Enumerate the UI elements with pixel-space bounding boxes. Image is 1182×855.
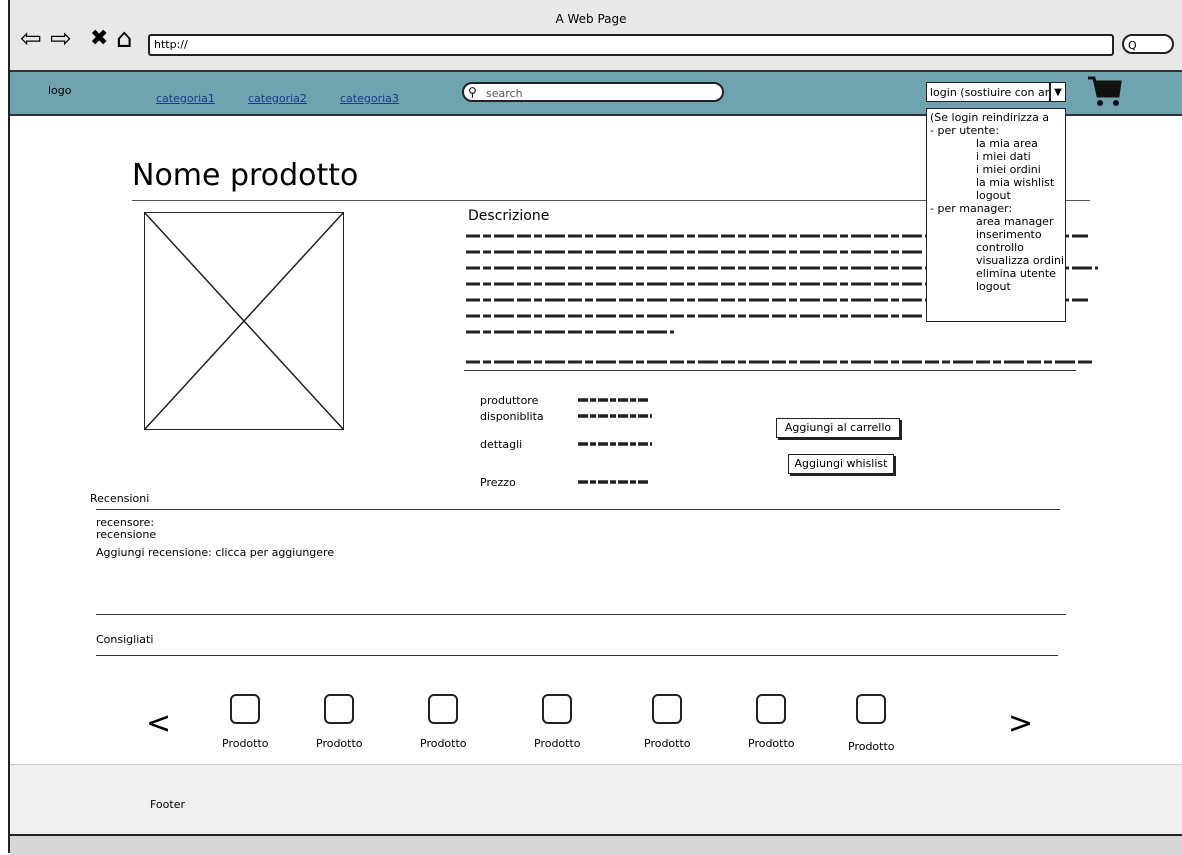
product-thumbnail[interactable] [542, 694, 572, 724]
divider [96, 614, 1066, 615]
nav-category-3[interactable]: categoria3 [340, 92, 399, 105]
product-thumbnail[interactable] [428, 694, 458, 724]
product-title: Nome prodotto [132, 158, 359, 193]
product-label[interactable]: Prodotto [748, 737, 795, 750]
product-label[interactable]: Prodotto [420, 737, 467, 750]
login-select[interactable]: login (sostiuire con area [926, 82, 1050, 102]
product-label[interactable]: Prodotto [222, 737, 269, 750]
product-label[interactable]: Prodotto [644, 737, 691, 750]
field-label-disponibilita: disponiblita [480, 410, 544, 423]
status-bar [10, 834, 1182, 855]
search-input[interactable]: search [462, 82, 724, 102]
footer [10, 764, 1182, 835]
product-thumbnail[interactable] [324, 694, 354, 724]
menu-item-i-miei-ordini[interactable]: i miei ordini [930, 163, 1062, 176]
address-bar[interactable]: http:// [148, 34, 1114, 56]
product-label[interactable]: Prodotto [316, 737, 363, 750]
search-icon: ⚲ [468, 85, 477, 99]
forward-icon[interactable]: ⇨ [50, 24, 72, 54]
stop-icon[interactable]: ✖ [90, 24, 108, 54]
logo[interactable]: logo [48, 84, 72, 97]
product-label[interactable]: Prodotto [848, 740, 895, 753]
menu-item-i-miei-dati[interactable]: i miei dati [930, 150, 1062, 163]
menu-item-manager-logout[interactable]: logout [930, 280, 1062, 293]
dropdown-user-header: - per utente: [930, 124, 1000, 137]
product-thumbnail[interactable] [756, 694, 786, 724]
cart-icon[interactable] [1086, 74, 1122, 108]
chevron-left-icon[interactable]: < [146, 706, 171, 741]
menu-item-la-mia-area[interactable]: la mia area [930, 137, 1062, 150]
description-title: Descrizione [468, 208, 550, 224]
chevron-down-icon[interactable]: ▼ [1050, 82, 1066, 102]
nav-category-2[interactable]: categoria2 [248, 92, 307, 105]
window-title: A Web Page [555, 12, 627, 26]
add-wishlist-button[interactable]: Aggiungi whislist [788, 454, 894, 474]
menu-item-wishlist[interactable]: la mia wishlist [930, 176, 1062, 189]
menu-item-elimina-utente[interactable]: elimina utente [930, 267, 1062, 280]
chevron-right-icon[interactable]: > [1008, 706, 1033, 741]
divider [96, 509, 1060, 510]
login-dropdown: (Se login reindirizza a - per utente: la… [926, 108, 1066, 322]
back-icon[interactable]: ⇦ [20, 24, 42, 54]
home-icon[interactable]: ⌂ [116, 24, 133, 54]
divider [464, 370, 1076, 371]
footer-text: Footer [150, 798, 185, 811]
divider [96, 655, 1058, 656]
nav-category-1[interactable]: categoria1 [156, 92, 215, 105]
menu-item-user-logout[interactable]: logout [930, 189, 1062, 202]
product-label[interactable]: Prodotto [534, 737, 581, 750]
recommended-header: Consigliati [96, 633, 154, 646]
reviews-header: Recensioni [90, 492, 150, 505]
dropdown-intro: (Se login reindirizza a [930, 111, 1050, 124]
add-to-cart-button[interactable]: Aggiungi al carrello [776, 418, 900, 438]
field-label-dettagli: dettagli [480, 438, 523, 451]
menu-item-inserimento[interactable]: inserimento [930, 228, 1062, 241]
dropdown-manager-header: - per manager: [930, 202, 1013, 215]
product-image-placeholder [144, 212, 344, 430]
add-review-link[interactable]: Aggiungi recensione: clicca per aggiunge… [96, 546, 334, 559]
product-thumbnail[interactable] [652, 694, 682, 724]
menu-item-area-manager[interactable]: area manager [930, 215, 1062, 228]
review-text: recensione [96, 528, 157, 541]
product-thumbnail[interactable] [856, 694, 886, 724]
product-thumbnail[interactable] [230, 694, 260, 724]
field-label-prezzo: Prezzo [480, 476, 516, 489]
field-values [578, 398, 652, 484]
address-search-button[interactable]: Q [1122, 34, 1174, 54]
menu-item-visualizza-ordini[interactable]: visualizza ordini [930, 254, 1064, 267]
field-label-produttore: produttore [480, 394, 539, 407]
menu-item-controllo[interactable]: controllo [930, 241, 1062, 254]
